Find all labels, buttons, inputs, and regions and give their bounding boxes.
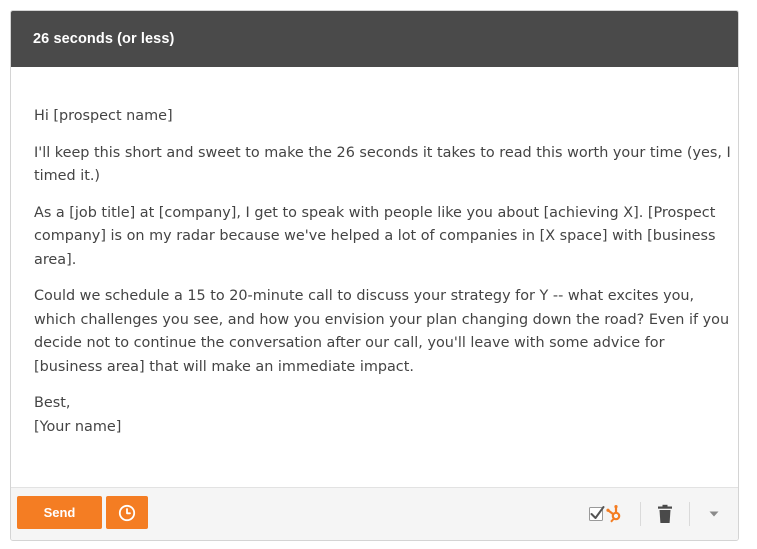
- more-options-button[interactable]: [690, 499, 738, 529]
- body-paragraph-3: Could we schedule a 15 to 20-minute call…: [34, 288, 730, 375]
- composer-header: 26 seconds (or less): [11, 11, 738, 67]
- trash-icon: [658, 504, 672, 523]
- closing: Best,: [34, 395, 71, 411]
- signoff: Best, [Your name]: [34, 392, 734, 439]
- composer-footer: Send: [11, 487, 738, 540]
- send-button[interactable]: Send: [17, 496, 102, 529]
- greeting: Hi [prospect name]: [34, 108, 173, 124]
- footer-tools: [582, 488, 738, 540]
- hubspot-track-icon: [589, 505, 621, 523]
- delete-draft-button[interactable]: [641, 499, 689, 529]
- email-composer: 26 seconds (or less) Hi [prospect name] …: [10, 10, 739, 541]
- clock-icon: [118, 504, 136, 521]
- email-body[interactable]: Hi [prospect name] I'll keep this short …: [34, 105, 734, 452]
- track-email-toggle[interactable]: [582, 499, 632, 529]
- body-paragraph-1: I'll keep this short and sweet to make t…: [34, 144, 731, 185]
- template-title: 26 seconds (or less): [33, 31, 175, 47]
- schedule-send-button[interactable]: [106, 496, 148, 529]
- signature: [Your name]: [34, 418, 122, 435]
- body-paragraph-2: As a [job title] at [company], I get to …: [34, 204, 716, 268]
- caret-down-icon: [709, 511, 719, 517]
